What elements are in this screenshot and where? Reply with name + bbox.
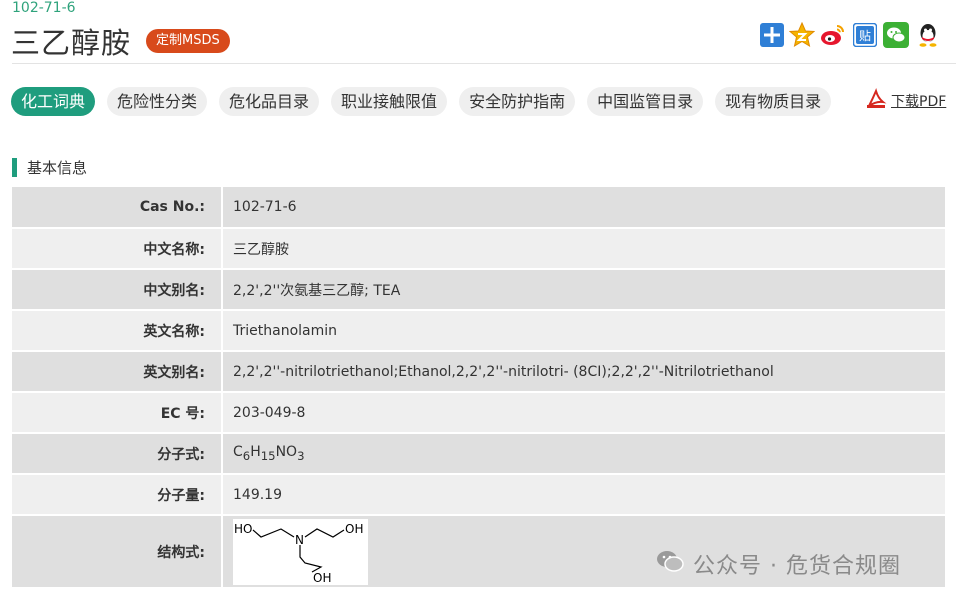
svg-text:N: N — [295, 533, 304, 547]
row-label: Cas No.: — [12, 187, 223, 229]
row-value: Triethanolamin — [222, 310, 945, 352]
table-row: 中文别名: 2,2',2''次氨基三乙醇; TEA — [12, 269, 945, 311]
qq-icon[interactable] — [915, 22, 941, 48]
row-value: 2,2',2''次氨基三乙醇; TEA — [222, 269, 945, 311]
table-row: 英文名称: Triethanolamin — [12, 310, 945, 352]
tab-occupational-exposure-limits[interactable]: 职业接触限值 — [331, 87, 448, 116]
svg-text:OH: OH — [345, 522, 363, 536]
row-label: 中文别名: — [12, 269, 223, 311]
header-divider — [12, 63, 956, 64]
svg-text:HO: HO — [234, 522, 252, 536]
download-pdf-label[interactable]: 下载PDF — [891, 91, 946, 111]
tieba-icon[interactable]: 贴 — [852, 22, 878, 48]
table-row: 分子式: C6H15NO3 — [12, 433, 945, 475]
pdf-icon — [865, 88, 887, 114]
tab-chemical-dictionary[interactable]: 化工词典 — [11, 87, 96, 116]
section-title: 基本信息 — [27, 159, 88, 177]
row-value: 102-71-6 — [222, 187, 945, 229]
row-label: 英文别名: — [12, 351, 223, 393]
structural-formula-image: HO N OH OH — [233, 518, 368, 585]
row-value: 三乙醇胺 — [222, 228, 945, 270]
row-value: 2,2',2''-nitrilotriethanol;Ethanol,2,2',… — [222, 351, 945, 393]
tab-safety-protection-guide[interactable]: 安全防护指南 — [459, 87, 576, 116]
section-accent-bar — [12, 158, 17, 177]
page-title: 三乙醇胺 — [11, 26, 132, 60]
table-row: EC 号: 203-049-8 — [12, 392, 945, 434]
tab-existing-substances-list[interactable]: 现有物质目录 — [715, 87, 832, 116]
wechat-watermark-icon — [655, 548, 685, 580]
table-row: 中文名称: 三乙醇胺 — [12, 228, 945, 270]
section-header: 基本信息 — [12, 157, 87, 178]
wechat-icon[interactable] — [883, 22, 909, 48]
row-label: 分子量: — [12, 474, 223, 516]
add-share-icon[interactable] — [759, 22, 785, 48]
row-label: 中文名称: — [12, 228, 223, 270]
row-label: 分子式: — [12, 433, 223, 475]
row-value: 149.19 — [222, 474, 945, 516]
category-tabs: 化工词典 危险性分类 危化品目录 职业接触限值 安全防护指南 中国监管目录 现有… — [11, 87, 843, 116]
row-label: 英文名称: — [12, 310, 223, 352]
tieba-glyph: 贴 — [859, 29, 871, 43]
watermark-text: 公众号 · 危货合规圈 — [693, 554, 901, 579]
svg-text:OH: OH — [313, 571, 331, 585]
row-label: EC 号: — [12, 392, 223, 434]
tab-hazard-classification[interactable]: 危险性分类 — [107, 87, 208, 116]
tab-hazardous-chemicals-list[interactable]: 危化品目录 — [219, 87, 320, 116]
row-value: 203-049-8 — [222, 392, 945, 434]
table-row: Cas No.: 102-71-6 — [12, 187, 945, 229]
table-row: 分子量: 149.19 — [12, 474, 945, 516]
weibo-icon[interactable] — [820, 22, 846, 48]
download-pdf-link[interactable]: 下载PDF — [865, 88, 946, 114]
row-label: 结构式: — [12, 515, 223, 589]
custom-msds-button[interactable]: 定制MSDS — [146, 29, 230, 53]
table-row: 英文别名: 2,2',2''-nitrilotriethanol;Ethanol… — [12, 351, 945, 393]
basic-info-table: Cas No.: 102-71-6 中文名称: 三乙醇胺 中文别名: 2,2',… — [12, 187, 945, 589]
qzone-icon[interactable] — [789, 22, 815, 48]
watermark: 公众号 · 危货合规圈 — [655, 548, 901, 580]
molecular-formula: C6H15NO3 — [222, 433, 945, 475]
tab-china-regulatory-list[interactable]: 中国监管目录 — [587, 87, 704, 116]
cas-number-header: 102-71-6 — [12, 0, 76, 16]
